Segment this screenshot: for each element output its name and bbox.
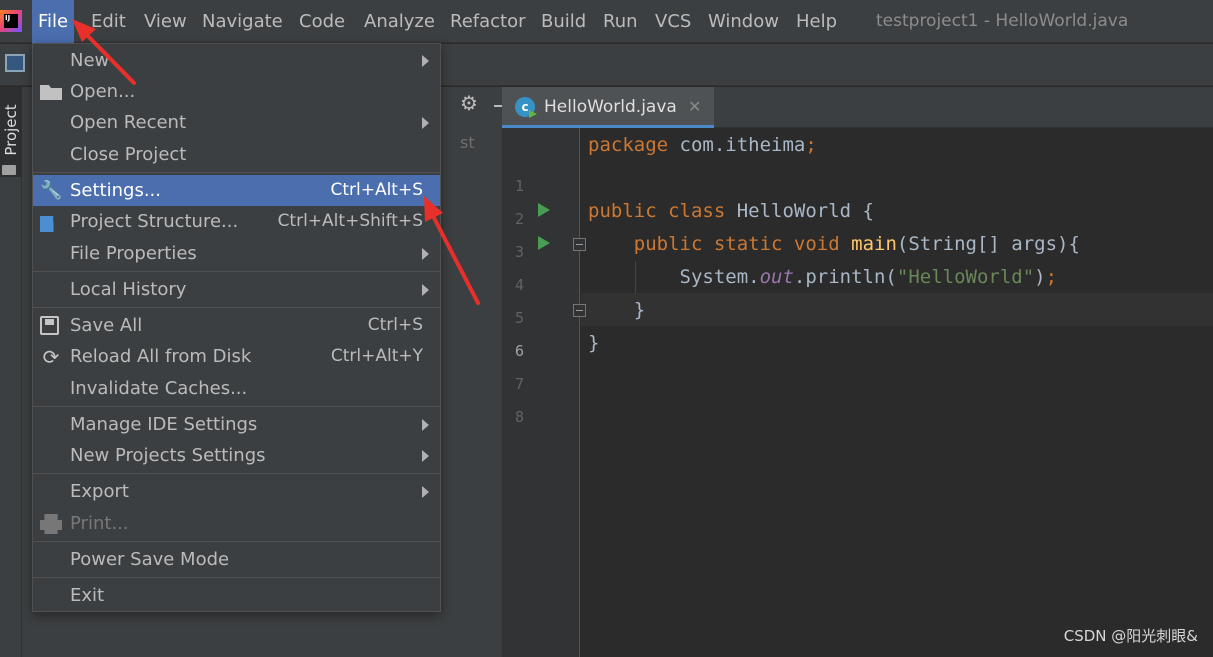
menu-view[interactable]: View (144, 0, 187, 43)
code-line-6: } (633, 299, 646, 321)
line-number: 2 (514, 210, 524, 228)
line-number: 8 (514, 408, 524, 426)
menu-item-open[interactable]: Open... (33, 76, 440, 107)
intellij-logo-icon[interactable]: IJ (0, 10, 22, 32)
menu-item-exit[interactable]: Exit (33, 580, 440, 611)
menu-item-new-projects-settings[interactable]: New Projects Settings (33, 440, 440, 471)
line-number: 3 (514, 243, 524, 261)
menu-separator (33, 473, 440, 474)
menu-separator (33, 172, 440, 173)
menu-item-close-project[interactable]: Close Project (33, 139, 440, 170)
project-tree-partial-text: st (460, 133, 475, 152)
project-tool-tab[interactable]: Project (0, 87, 22, 177)
menu-analyze[interactable]: Analyze (364, 0, 435, 43)
java-class-icon: c (515, 97, 535, 117)
menu-run[interactable]: Run (603, 0, 638, 43)
code-line-1: package com.itheima; (588, 134, 817, 156)
menu-code[interactable]: Code (299, 0, 345, 43)
menu-separator (33, 271, 440, 272)
watermark: CSDN @阳光刺眼& (1063, 627, 1198, 645)
editor-gutter: 1 2 3 4 5 6 7 8 (502, 128, 586, 657)
menu-build[interactable]: Build (541, 0, 586, 43)
editor-tab-bar: c HelloWorld.java ✕ (502, 87, 1213, 128)
menu-item-local-history[interactable]: Local History (33, 274, 440, 305)
menu-separator (33, 307, 440, 308)
tab-label: HelloWorld.java (544, 97, 677, 117)
submenu-arrow-icon (422, 419, 429, 431)
menu-bar: IJ File Edit View Navigate Code Analyze … (0, 0, 1213, 43)
menu-refactor[interactable]: Refactor (450, 0, 526, 43)
window-title: testproject1 - HelloWorld.java (876, 11, 1129, 31)
fold-icon[interactable] (573, 238, 586, 251)
menu-item-new[interactable]: New (33, 45, 440, 76)
code-editor[interactable]: c HelloWorld.java ✕ 1 2 3 4 5 6 7 8 pack… (502, 87, 1213, 657)
menu-separator (33, 577, 440, 578)
line-number: 7 (514, 375, 524, 393)
project-structure-icon (40, 216, 54, 232)
menu-item-manage-ide-settings[interactable]: Manage IDE Settings (33, 409, 440, 440)
folder-icon (2, 165, 16, 175)
line-number: 1 (514, 177, 524, 195)
wrench-icon: 🔧 (40, 180, 63, 201)
submenu-arrow-icon (422, 248, 429, 260)
reload-icon: ⟳ (42, 345, 60, 369)
print-icon (40, 514, 62, 534)
save-icon (40, 316, 59, 335)
menu-file[interactable]: File (32, 0, 75, 43)
menu-item-open-recent[interactable]: Open Recent (33, 107, 440, 138)
current-line-highlight (581, 293, 1213, 326)
gear-icon[interactable]: ⚙ (460, 91, 478, 115)
menu-window[interactable]: Window (708, 0, 779, 43)
menu-item-print: Print... (33, 508, 440, 539)
code-line-5: System.out.println("HelloWorld"); (679, 266, 1058, 288)
submenu-arrow-icon (422, 450, 429, 462)
menu-vcs[interactable]: VCS (655, 0, 691, 43)
menu-edit[interactable]: Edit (91, 0, 126, 43)
fold-icon[interactable] (573, 304, 586, 317)
menu-separator (33, 541, 440, 542)
menu-item-file-properties[interactable]: File Properties (33, 238, 440, 269)
run-main-icon[interactable] (538, 236, 550, 250)
folder-open-icon (40, 85, 62, 100)
menu-item-save-all[interactable]: Save All Ctrl+S (33, 310, 440, 341)
code-line-7: } (588, 332, 600, 354)
close-icon[interactable]: ✕ (688, 87, 701, 127)
menu-separator (33, 406, 440, 407)
submenu-arrow-icon (422, 486, 429, 498)
line-number: 4 (514, 276, 524, 294)
menu-item-invalidate-caches[interactable]: Invalidate Caches... (33, 373, 440, 404)
menu-item-reload-all[interactable]: ⟳ Reload All from Disk Ctrl+Alt+Y (33, 341, 440, 372)
line-number: 5 (514, 309, 524, 327)
menu-navigate[interactable]: Navigate (202, 0, 283, 43)
tab-helloworld-java[interactable]: c HelloWorld.java ✕ (502, 87, 714, 128)
menu-item-export[interactable]: Export (33, 476, 440, 507)
menu-item-power-save-mode[interactable]: Power Save Mode (33, 544, 440, 575)
submenu-arrow-icon (422, 55, 429, 67)
line-number-current: 6 (514, 342, 524, 360)
file-menu-dropdown: New Open... Open Recent Close Project 🔧 … (32, 43, 441, 612)
project-tool-tab-label: Project (2, 104, 20, 156)
menu-item-project-structure[interactable]: Project Structure... Ctrl+Alt+Shift+S (33, 206, 440, 237)
project-view-icon[interactable] (5, 54, 25, 72)
left-tool-strip: Project (0, 87, 22, 657)
code-line-4: public static void main(String[] args){ (633, 233, 1080, 255)
menu-item-settings[interactable]: 🔧 Settings... Ctrl+Alt+S (33, 175, 440, 206)
submenu-arrow-icon (422, 117, 429, 129)
run-class-icon[interactable] (538, 203, 550, 217)
code-line-3: public class HelloWorld { (588, 200, 874, 222)
submenu-arrow-icon (422, 284, 429, 296)
menu-help[interactable]: Help (796, 0, 837, 43)
